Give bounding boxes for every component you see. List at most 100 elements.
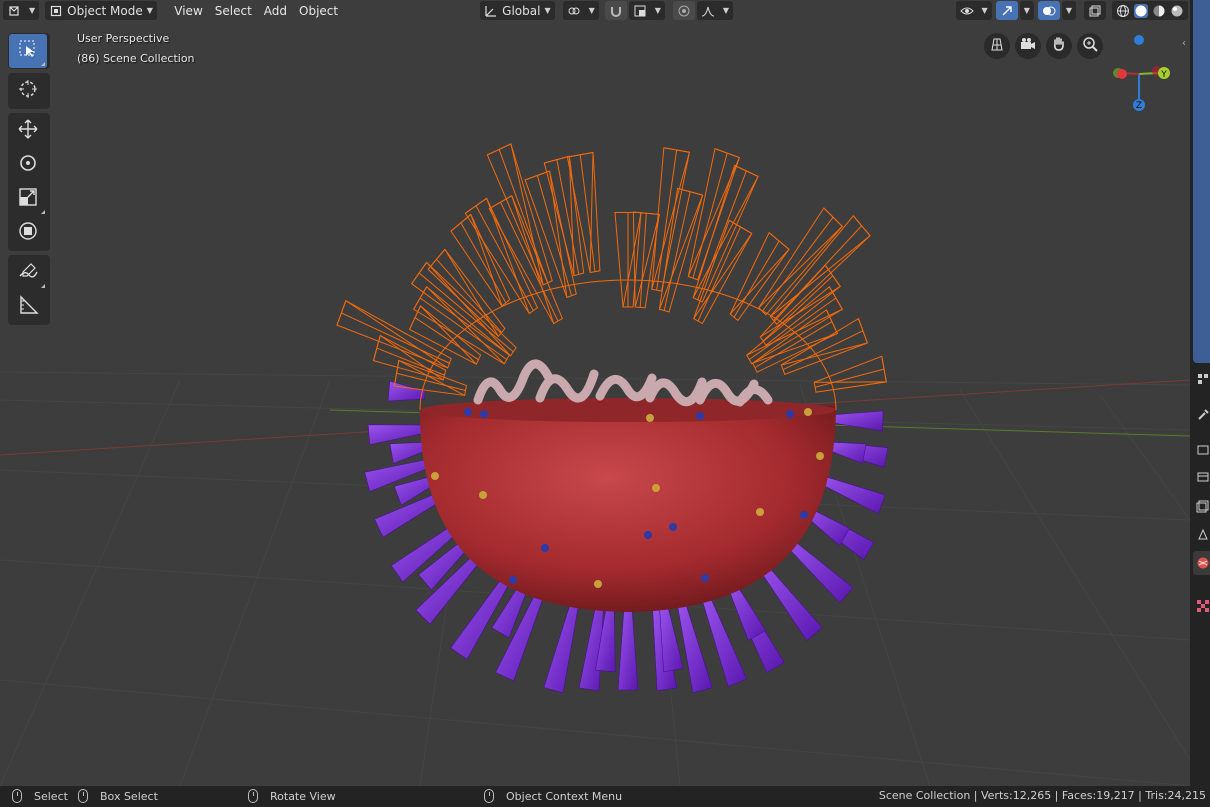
middle-mouse-icon xyxy=(78,789,88,803)
tool-shelf xyxy=(8,33,50,329)
particle xyxy=(804,408,812,416)
particle xyxy=(431,472,439,480)
overlay-circles-icon xyxy=(1042,4,1056,18)
spike xyxy=(827,441,867,464)
overlay-toggle[interactable] xyxy=(1037,1,1060,20)
move-tool[interactable] xyxy=(9,114,47,148)
status-box-select-label: Box Select xyxy=(100,789,158,803)
transform-tool[interactable] xyxy=(9,216,47,250)
chevron-down-icon: ▼ xyxy=(588,6,595,15)
eye-icon xyxy=(959,4,974,18)
status-context-menu-label: Object Context Menu xyxy=(506,789,623,803)
wire-spike xyxy=(693,219,753,325)
collapse-arrow-icon[interactable]: ‹ xyxy=(1182,38,1186,49)
output-icon[interactable] xyxy=(1196,470,1210,484)
status-box-select: Box Select xyxy=(78,789,158,803)
wire-spike xyxy=(614,212,642,308)
particle xyxy=(696,412,704,420)
status-rotate-view: Rotate View xyxy=(248,789,336,803)
solid-shading-icon[interactable] xyxy=(1134,3,1148,18)
left-mouse-icon xyxy=(12,789,22,803)
status-select: Select xyxy=(12,789,68,803)
shading-modes[interactable] xyxy=(1112,1,1188,20)
navigation-gizmo[interactable]: Y Z xyxy=(1100,30,1180,120)
wire-spike xyxy=(752,309,839,373)
falloff-dropdown[interactable]: ▼ xyxy=(696,1,734,20)
snap-target-dropdown[interactable]: ▼ xyxy=(628,1,665,20)
hand-pan-icon xyxy=(1051,36,1067,56)
camera-view-button[interactable] xyxy=(1015,33,1041,59)
material-shading-icon[interactable] xyxy=(1152,4,1166,18)
right-mouse-icon xyxy=(484,789,494,803)
tool-tab-icon[interactable] xyxy=(1196,372,1210,386)
transform-icon xyxy=(17,220,39,246)
gizmo-toggle[interactable] xyxy=(995,1,1018,20)
wire-spike xyxy=(769,215,871,325)
particle xyxy=(594,580,602,588)
render-icon[interactable] xyxy=(1196,442,1210,456)
wire-spike xyxy=(336,299,452,369)
zoom-icon xyxy=(1082,36,1098,56)
view-layer-icon[interactable] xyxy=(1196,499,1210,513)
chevron-down-icon: ▼ xyxy=(1023,6,1030,15)
measure-icon xyxy=(17,294,39,320)
properties-panel-edge[interactable]: ‹ xyxy=(1182,0,1210,786)
collection-label: (86) Scene Collection xyxy=(77,52,195,65)
scale-icon xyxy=(17,186,39,212)
mode-selector[interactable]: Object Mode ▼ xyxy=(45,1,157,20)
spike xyxy=(817,474,886,515)
world-tab-active[interactable] xyxy=(1193,551,1210,575)
snap-toggle[interactable] xyxy=(604,1,627,20)
pivot-point-dropdown[interactable]: ▼ xyxy=(562,1,599,20)
3d-viewport[interactable] xyxy=(0,0,1190,786)
proportional-edit-toggle[interactable] xyxy=(672,1,695,20)
transform-orientation-dropdown[interactable]: Global ▼ xyxy=(480,1,555,20)
toggle-perspective-button[interactable] xyxy=(984,33,1010,59)
spike xyxy=(831,410,884,432)
scale-tool[interactable] xyxy=(9,182,47,216)
snap-increment-icon xyxy=(633,4,647,18)
visibility-dropdown[interactable]: ▼ xyxy=(955,1,992,20)
outliner-scrollbar[interactable] xyxy=(1193,0,1210,363)
wrench-icon[interactable] xyxy=(1196,408,1210,422)
wire-spike xyxy=(566,151,601,274)
gizmo-z-label: Z xyxy=(1136,101,1142,111)
menu-add[interactable]: Add xyxy=(258,1,293,20)
scene-icon[interactable] xyxy=(1196,527,1210,541)
xray-toggle[interactable] xyxy=(1084,1,1106,20)
menu-object[interactable]: Object xyxy=(293,1,344,20)
spike xyxy=(617,607,639,691)
menu-view[interactable]: View xyxy=(168,1,208,20)
gizmo-dropdown[interactable]: ▼ xyxy=(1019,1,1034,20)
measure-tool[interactable] xyxy=(9,290,47,324)
particle xyxy=(652,484,660,492)
particle xyxy=(786,410,794,418)
chevron-down-icon: ▼ xyxy=(544,6,551,15)
pan-view-button[interactable] xyxy=(1046,33,1072,59)
magnet-icon xyxy=(609,4,623,18)
selected-wireframe xyxy=(336,143,887,411)
overlay-dropdown[interactable]: ▼ xyxy=(1061,1,1076,20)
virus-model[interactable] xyxy=(0,0,1190,786)
rendered-shading-icon[interactable] xyxy=(1170,4,1184,18)
gizmo-y-label: Y xyxy=(1160,70,1167,80)
pivot-icon xyxy=(567,4,581,18)
select-box-tool[interactable] xyxy=(9,34,47,68)
status-rotate-view-label: Rotate View xyxy=(270,789,336,803)
gizmo-arrow-icon xyxy=(1000,4,1014,18)
cursor-tool[interactable] xyxy=(9,74,47,108)
editor-type-button[interactable]: ▼ xyxy=(3,1,40,20)
menu-select[interactable]: Select xyxy=(209,1,258,20)
texture-checker-icon[interactable] xyxy=(1196,599,1210,613)
rotate-tool[interactable] xyxy=(9,148,47,182)
wire-spike xyxy=(780,317,869,376)
scene-statistics: Scene Collection | Verts:12,265 | Faces:… xyxy=(878,789,1206,802)
annotate-icon xyxy=(17,260,39,286)
wireframe-shading-icon[interactable] xyxy=(1116,4,1130,18)
camera-icon xyxy=(1020,36,1036,56)
wire-spike xyxy=(658,187,704,313)
grid-view-icon xyxy=(989,36,1005,56)
annotate-tool[interactable] xyxy=(9,256,47,290)
orientation-axes-icon xyxy=(484,4,498,18)
world-icon xyxy=(1197,557,1209,569)
